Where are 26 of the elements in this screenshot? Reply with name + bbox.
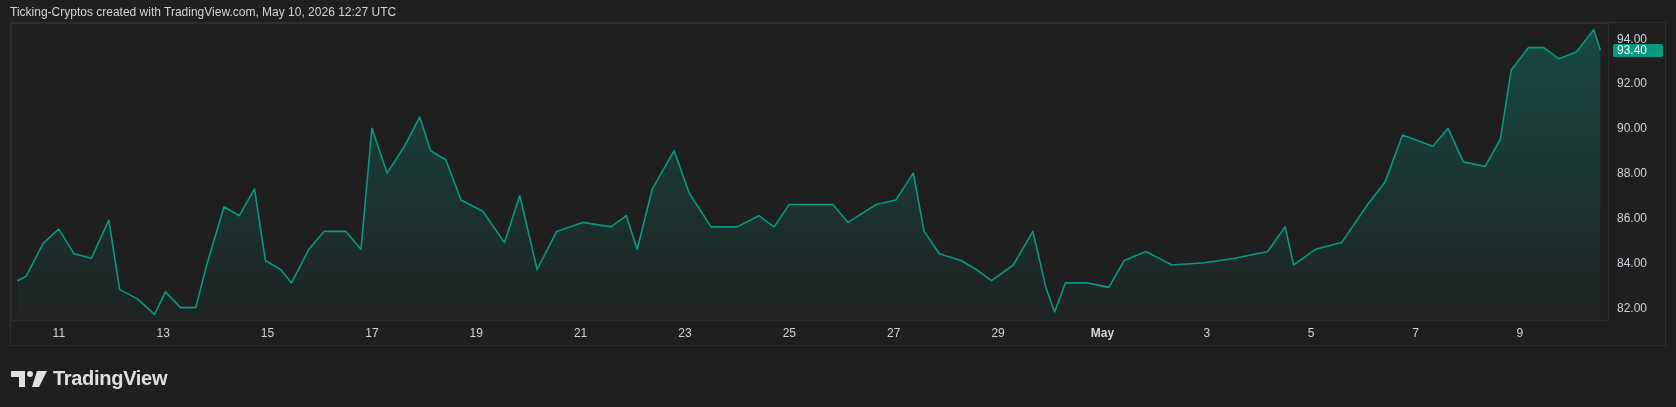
price-axis-label: 86.00 <box>1617 210 1648 225</box>
time-axis-label: 29 <box>991 326 1005 340</box>
time-axis-label: 9 <box>1516 326 1524 340</box>
time-axis-label: 11 <box>52 326 66 340</box>
time-axis-label: May <box>1090 326 1115 340</box>
time-axis-label: 23 <box>678 326 692 340</box>
time-axis-label: 25 <box>782 326 797 340</box>
price-axis-label: 84.00 <box>1617 255 1648 270</box>
time-axis-label: 19 <box>469 326 483 340</box>
time-axis-label: 15 <box>260 326 275 340</box>
price-axis-label: 88.00 <box>1617 166 1648 181</box>
chart-caption: Ticking-Cryptos created with TradingView.com, May 10, 2026 12:27 UTC <box>9 4 398 21</box>
time-axis-label: 3 <box>1203 326 1211 340</box>
time-axis-label: 21 <box>573 326 588 340</box>
price-axis-label: 94.00 <box>1617 31 1648 46</box>
price-axis-label: 92.00 <box>1617 76 1648 91</box>
time-axis-label: 13 <box>156 326 170 340</box>
time-axis-label: 27 <box>887 326 901 340</box>
time-axis-label: 7 <box>1412 326 1419 340</box>
price-axis-label: 82.00 <box>1617 300 1648 315</box>
logo-text: TradingView <box>53 367 168 390</box>
tradingview-logo-icon <box>11 370 47 387</box>
last-price-badge: 93.40 <box>1613 43 1663 58</box>
price-axis-label: 90.00 <box>1617 121 1648 136</box>
time-axis-label: 17 <box>365 326 379 340</box>
time-axis-label: 5 <box>1307 326 1315 340</box>
